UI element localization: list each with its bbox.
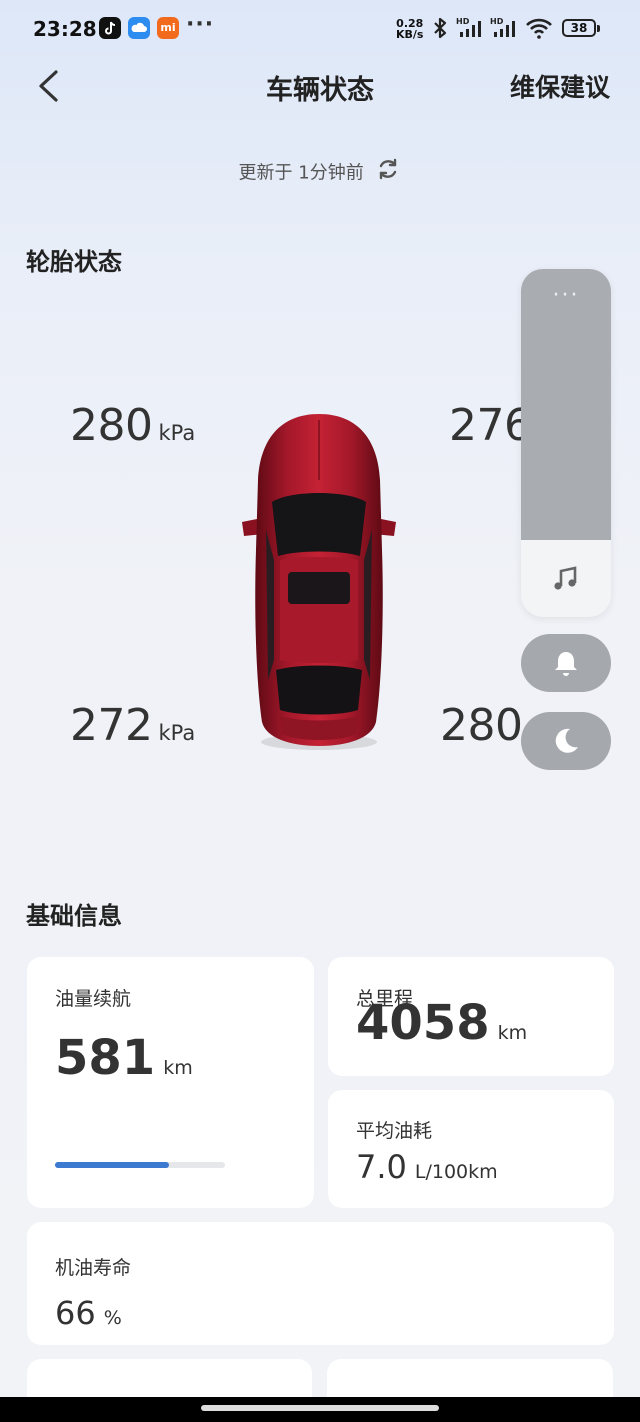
chevron-left-icon <box>39 70 58 102</box>
panel-slider-area[interactable] <box>521 269 611 540</box>
avg-consumption-label: 平均油耗 <box>356 1120 433 1142</box>
more-notifications: ··· <box>186 12 215 37</box>
fuel-range-label: 油量续航 <box>55 988 132 1010</box>
more-icon[interactable]: ··· <box>521 283 611 308</box>
tire-pressure-value: 272 <box>70 700 153 751</box>
fuel-level-fill <box>55 1162 169 1168</box>
tiktok-icon <box>99 17 121 39</box>
bluetooth-icon <box>430 16 450 44</box>
fuel-range-value: 581 km <box>55 1030 193 1086</box>
car-top-view-image <box>240 410 398 750</box>
avg-consumption-card[interactable]: 平均油耗 7.0 L/100km <box>328 1090 614 1208</box>
cloud-icon <box>128 17 150 39</box>
tire-pressure-unit: kPa <box>158 721 196 745</box>
oil-life-label: 机油寿命 <box>55 1257 132 1279</box>
avg-consumption-value: 7.0 L/100km <box>356 1148 498 1186</box>
tire-pressure-value: 280 <box>440 700 523 751</box>
signal-icon-2: HD <box>490 16 520 44</box>
home-indicator[interactable] <box>201 1405 439 1411</box>
odometer-card[interactable]: 总里程 4058 km <box>328 957 614 1076</box>
tire-rear-right: 280 <box>440 700 528 751</box>
tire-pressure-value: 276 <box>449 400 532 451</box>
svg-text:HD: HD <box>456 17 470 26</box>
tire-status-title: 轮胎状态 <box>26 248 122 276</box>
maintenance-advice-link[interactable]: 维保建议 <box>510 68 610 104</box>
tire-front-left: 280 kPa <box>70 400 195 451</box>
updated-time-text: 更新于 1分钟前 <box>238 162 364 184</box>
tire-rear-left: 272 kPa <box>70 700 195 751</box>
tire-pressure-unit: kPa <box>158 421 196 445</box>
bell-icon <box>555 652 577 676</box>
oil-life-card[interactable]: 机油寿命 66% <box>27 1222 614 1345</box>
tire-pressure-value: 280 <box>70 400 153 451</box>
update-status: 更新于 1分钟前 <box>0 156 640 187</box>
status-time: 23:28 <box>33 17 97 41</box>
back-button[interactable] <box>30 64 70 108</box>
fuel-range-card[interactable]: 油量续航 581 km <box>27 957 314 1208</box>
mi-icon: mi <box>157 17 179 39</box>
refresh-icon[interactable] <box>375 156 401 187</box>
odometer-value: 4058 km <box>356 995 528 1051</box>
music-icon[interactable] <box>551 564 581 598</box>
signal-icon-1: HD <box>456 16 486 44</box>
wifi-icon <box>525 16 553 44</box>
do-not-disturb-button[interactable] <box>521 712 611 770</box>
moon-icon <box>555 728 578 753</box>
battery-indicator: 38 <box>562 19 600 37</box>
fuel-level-bar <box>55 1162 225 1168</box>
oil-life-value: 66% <box>55 1294 122 1332</box>
bell-button[interactable] <box>521 634 611 692</box>
net-speed: 0.28 KB/s <box>396 17 424 41</box>
svg-text:HD: HD <box>490 17 504 26</box>
floating-control-panel: ··· <box>521 269 611 617</box>
basic-info-title: 基础信息 <box>26 902 122 930</box>
status-bar: 23:28 mi ··· 0.28 KB/s HD HD 38 <box>0 0 640 58</box>
